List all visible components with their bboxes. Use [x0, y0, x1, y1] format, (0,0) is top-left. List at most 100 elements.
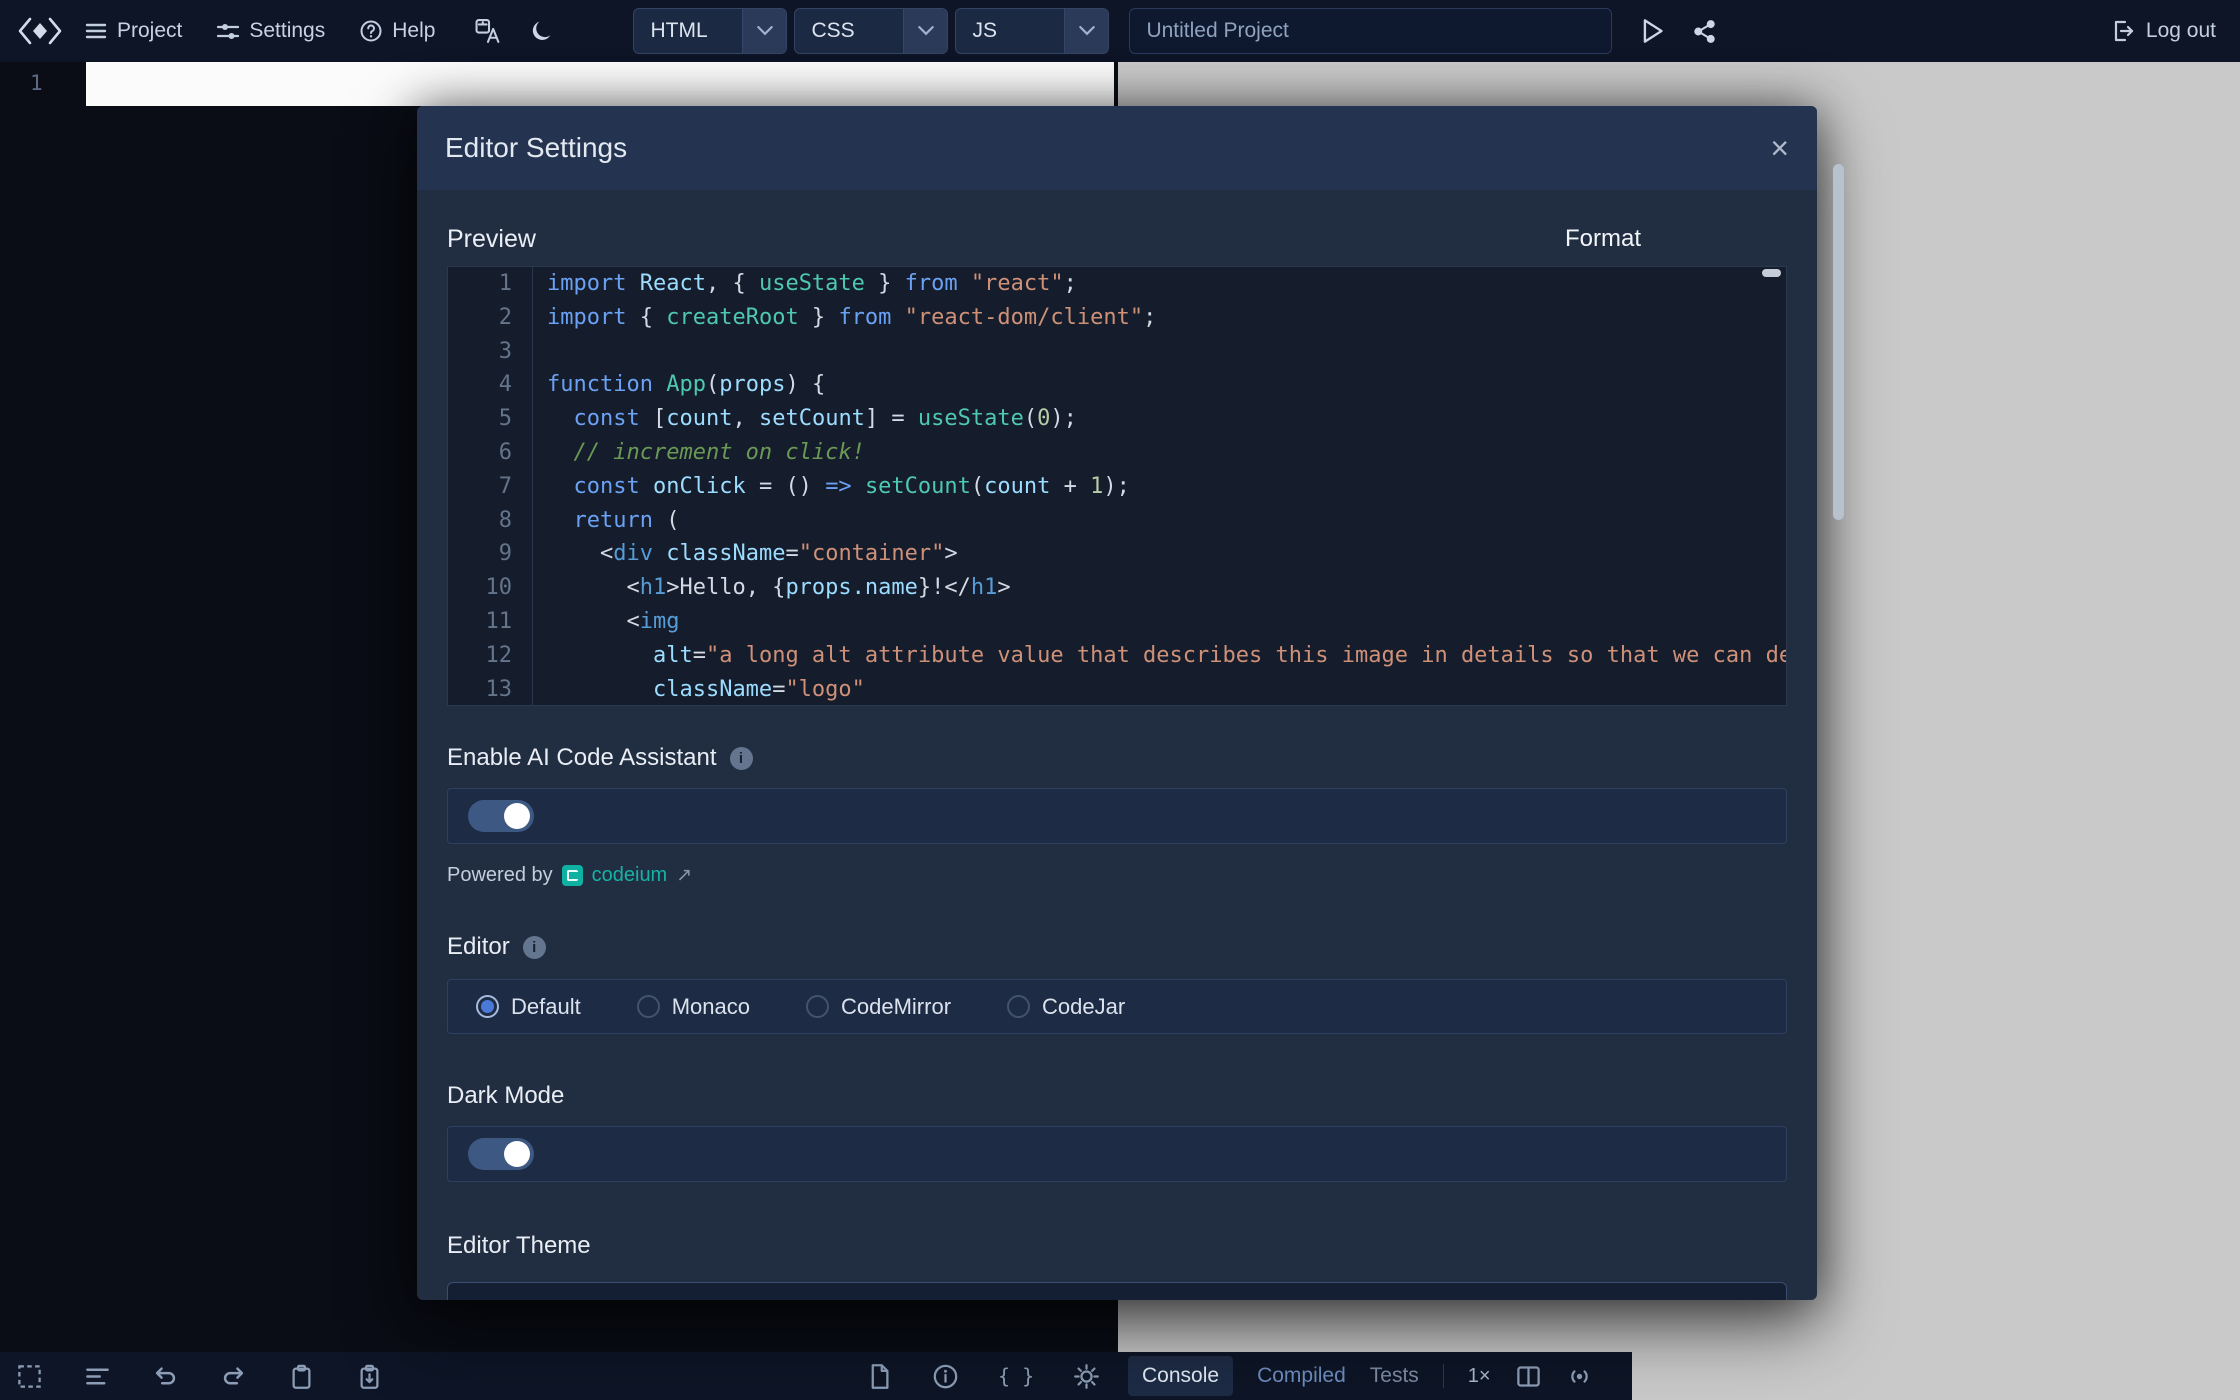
editor-theme-select[interactable] — [447, 1282, 1787, 1300]
editor-line-number: 1 — [30, 71, 43, 95]
dark-mode-toggle-row — [447, 1126, 1787, 1182]
app-logo-icon[interactable] — [14, 13, 66, 49]
radio-option-codejar[interactable]: CodeJar — [1007, 994, 1125, 1020]
toggle-knob — [504, 803, 530, 829]
select-region-icon[interactable] — [16, 1363, 43, 1390]
dark-mode-toggle[interactable] — [468, 1138, 534, 1170]
pane-select-css[interactable]: CSS — [794, 8, 948, 54]
code-preview[interactable]: 1import React, { useState } from "react"… — [447, 266, 1787, 706]
pane-select-css-label: CSS — [795, 9, 903, 53]
modal-scrollbar-thumb[interactable] — [1833, 164, 1844, 520]
help-menu-label: Help — [392, 19, 435, 43]
top-toolbar: Project Settings Help — [0, 0, 2240, 62]
info-icon[interactable]: i — [523, 936, 546, 959]
code-lines: 1import React, { useState } from "react"… — [448, 267, 1786, 706]
format-button[interactable]: Format — [1565, 225, 1641, 253]
editor-label: Editor — [447, 933, 510, 961]
export-file-icon[interactable] — [866, 1363, 893, 1390]
powered-by-label: Powered by — [447, 864, 553, 887]
editor-tools — [16, 1352, 383, 1400]
settings-menu-label: Settings — [249, 19, 325, 43]
ai-assistant-label: Enable AI Code Assistant — [447, 744, 717, 772]
dark-mode-heading: Dark Mode — [447, 1082, 1787, 1110]
tab-console[interactable]: Console — [1128, 1356, 1233, 1396]
run-button[interactable] — [1640, 18, 1664, 44]
info-icon[interactable] — [932, 1363, 959, 1390]
radio-option-codemirror[interactable]: CodeMirror — [806, 994, 951, 1020]
logout-icon — [2112, 19, 2136, 43]
external-link-icon: ↗ — [676, 864, 692, 887]
divider — [1443, 1364, 1444, 1388]
settings-menu-button[interactable]: Settings — [216, 19, 325, 43]
logout-label: Log out — [2146, 19, 2216, 43]
editor-theme-heading: Editor Theme — [447, 1232, 1787, 1260]
pane-select-html[interactable]: HTML — [633, 8, 787, 54]
preview-label: Preview — [447, 225, 536, 254]
share-icon[interactable] — [1692, 19, 1717, 44]
layout-columns-icon[interactable] — [1515, 1363, 1542, 1390]
bottom-toolbar: { } Console Compiled Tests 1× — [0, 1352, 1632, 1400]
chevron-down-icon — [742, 9, 786, 53]
info-icon[interactable]: i — [730, 747, 753, 770]
output-tabs: Console Compiled Tests 1× — [1128, 1352, 1593, 1400]
ai-assistant-heading: Enable AI Code Assistant i — [447, 744, 1787, 772]
codeium-link[interactable]: codeium — [592, 864, 668, 887]
radio-icon — [1007, 995, 1030, 1018]
dark-mode-icon[interactable] — [528, 19, 553, 44]
chevron-down-icon — [903, 9, 947, 53]
editor-theme-label: Editor Theme — [447, 1232, 591, 1260]
translate-icon[interactable] — [475, 18, 502, 45]
pane-select-js[interactable]: JS — [955, 8, 1109, 54]
project-menu-button[interactable]: Project — [84, 19, 182, 43]
chevron-down-icon — [1064, 9, 1108, 53]
html-editor-area[interactable] — [86, 62, 1114, 106]
radio-icon — [806, 995, 829, 1018]
editor-heading: Editor i — [447, 933, 1787, 961]
toggle-knob — [504, 1141, 530, 1167]
braces-icon[interactable]: { } — [998, 1364, 1034, 1388]
tab-compiled[interactable]: Compiled — [1257, 1364, 1346, 1388]
pane-select-html-label: HTML — [634, 9, 742, 53]
powered-by-row: Powered by codeium ↗ — [447, 864, 1787, 887]
radio-label: CodeJar — [1042, 994, 1125, 1020]
app: 1 Project Setti — [0, 0, 2240, 1400]
ai-assistant-toggle-row — [447, 788, 1787, 844]
radio-option-monaco[interactable]: Monaco — [637, 994, 750, 1020]
pane-selectors: HTML CSS JS — [633, 8, 1109, 54]
code-scrollbar-thumb[interactable] — [1762, 269, 1781, 277]
tab-tests[interactable]: Tests — [1370, 1364, 1419, 1388]
pane-select-js-label: JS — [956, 9, 1064, 53]
project-menu-label: Project — [117, 19, 182, 43]
undo-icon[interactable] — [152, 1363, 179, 1390]
modal-body: Preview Format 1import React, { useState… — [417, 190, 1817, 1300]
logout-button[interactable]: Log out — [2112, 19, 2216, 43]
paste-icon[interactable] — [356, 1363, 383, 1390]
radio-label: CodeMirror — [841, 994, 951, 1020]
preview-row: Preview Format — [447, 224, 1787, 254]
radio-label: Default — [511, 994, 581, 1020]
editor-settings-modal: Editor Settings × Preview Format 1import… — [417, 106, 1817, 1300]
utility-tools: { } — [866, 1352, 1100, 1400]
hamburger-icon — [84, 20, 108, 42]
modal-header: Editor Settings × — [417, 106, 1817, 190]
help-icon — [359, 19, 383, 43]
format-code-icon[interactable] — [84, 1363, 111, 1390]
live-broadcast-icon[interactable] — [1566, 1363, 1593, 1390]
radio-selected-icon — [476, 995, 499, 1018]
redo-icon[interactable] — [220, 1363, 247, 1390]
modal-title: Editor Settings — [445, 132, 627, 164]
radio-label: Monaco — [672, 994, 750, 1020]
sliders-icon — [216, 19, 240, 43]
project-name-input[interactable] — [1129, 8, 1612, 54]
close-icon[interactable]: × — [1770, 132, 1789, 164]
radio-icon — [637, 995, 660, 1018]
copy-icon[interactable] — [288, 1363, 315, 1390]
dark-mode-label: Dark Mode — [447, 1082, 564, 1110]
codeium-icon — [562, 865, 583, 886]
zoom-level[interactable]: 1× — [1468, 1365, 1491, 1388]
help-menu-button[interactable]: Help — [359, 19, 435, 43]
editor-options-row: Default Monaco CodeMirror CodeJar — [447, 979, 1787, 1034]
gear-icon[interactable] — [1073, 1363, 1100, 1390]
ai-assistant-toggle[interactable] — [468, 800, 534, 832]
radio-option-default[interactable]: Default — [476, 994, 581, 1020]
